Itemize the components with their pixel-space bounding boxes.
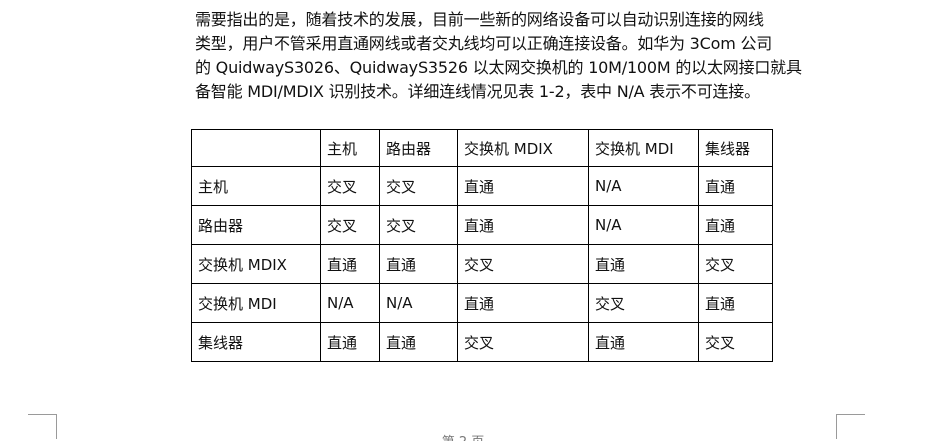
table-cell: N/A <box>379 283 458 323</box>
table-cell: 直通 <box>457 283 589 323</box>
table-cell: 交叉 <box>320 205 380 245</box>
table-header-cell: 集线器 <box>698 129 773 167</box>
table-corner-cell <box>191 129 321 167</box>
row-header-cell: 路由器 <box>191 205 321 245</box>
table-cell: 直通 <box>588 322 699 362</box>
connection-table: 主机 路由器 交换机 MDIX 交换机 MDI 集线器 主机 交叉 交叉 直通 … <box>191 129 773 362</box>
table-header-cell: 交换机 MDI <box>588 129 699 167</box>
table-cell: 交叉 <box>457 244 589 284</box>
table-row: 集线器 直通 直通 交叉 直通 交叉 <box>191 322 773 362</box>
table-cell: 交叉 <box>698 244 773 284</box>
table-cell: 交叉 <box>379 166 458 206</box>
table-cell: 直通 <box>698 283 773 323</box>
table-header-cell: 路由器 <box>379 129 458 167</box>
paragraph-line: 备智能 MDI/MDIX 识别技术。详细连线情况见表 1-2，表中 N/A 表示… <box>195 82 760 101</box>
table-row: 交换机 MDIX 直通 直通 交叉 直通 交叉 <box>191 244 773 284</box>
table-cell: 交叉 <box>379 205 458 245</box>
table-cell: N/A <box>588 205 699 245</box>
table-cell: 直通 <box>698 166 773 206</box>
table-cell: 直通 <box>320 322 380 362</box>
paragraph-line: 类型，用户不管采用直通网线或者交丸线均可以正确连接设备。如华为 3Com 公司 <box>195 34 773 53</box>
table-cell: 交叉 <box>457 322 589 362</box>
table-cell: 直通 <box>457 205 589 245</box>
table-cell: 交叉 <box>588 283 699 323</box>
table-cell: 直通 <box>379 322 458 362</box>
table-row: 路由器 交叉 交叉 直通 N/A 直通 <box>191 205 773 245</box>
table-header-cell: 主机 <box>320 129 380 167</box>
table-cell: 直通 <box>320 244 380 284</box>
page-number: - 第 2 页 - <box>0 431 926 441</box>
table-cell: N/A <box>320 283 380 323</box>
row-header-cell: 集线器 <box>191 322 321 362</box>
table-cell: N/A <box>588 166 699 206</box>
row-header-cell: 交换机 MDI <box>191 283 321 323</box>
table-cell: 直通 <box>588 244 699 284</box>
body-paragraph: 需要指出的是，随着技术的发展，目前一些新的网络设备可以自动识别连接的网线 类型，… <box>195 8 845 104</box>
table-cell: 直通 <box>698 205 773 245</box>
table-row: 主机 交叉 交叉 直通 N/A 直通 <box>191 166 773 206</box>
table-cell: 直通 <box>379 244 458 284</box>
table-row: 交换机 MDI N/A N/A 直通 交叉 直通 <box>191 283 773 323</box>
table-cell: 交叉 <box>698 322 773 362</box>
table-header-cell: 交换机 MDIX <box>457 129 589 167</box>
paragraph-line: 的 QuidwayS3026、QuidwayS3526 以太网交换机的 10M/… <box>195 58 802 77</box>
row-header-cell: 主机 <box>191 166 321 206</box>
table-cell: 直通 <box>457 166 589 206</box>
paragraph-line: 需要指出的是，随着技术的发展，目前一些新的网络设备可以自动识别连接的网线 <box>195 10 764 29</box>
row-header-cell: 交换机 MDIX <box>191 244 321 284</box>
table-header-row: 主机 路由器 交换机 MDIX 交换机 MDI 集线器 <box>191 129 773 167</box>
table-cell: 交叉 <box>320 166 380 206</box>
